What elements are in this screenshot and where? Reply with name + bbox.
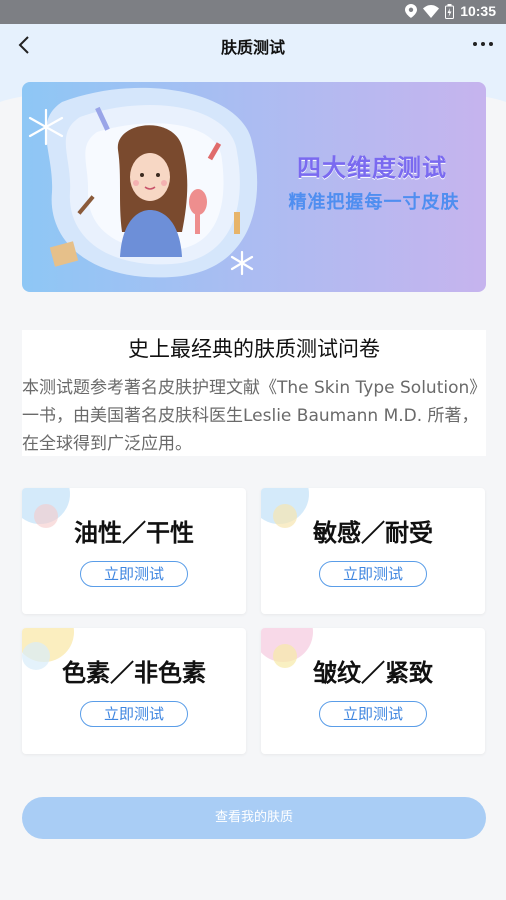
more-dot-icon <box>481 42 485 46</box>
status-time: 10:35 <box>460 3 496 19</box>
battery-icon <box>445 3 455 19</box>
card-title: 色素／非色素 <box>62 659 206 687</box>
banner-illustration <box>28 87 258 278</box>
more-dot-icon <box>489 42 493 46</box>
status-bar: 10:35 <box>0 0 506 24</box>
start-test-button[interactable]: 立即测试 <box>319 561 427 587</box>
test-card-wrinkle-tight[interactable]: 皱纹／紧致 立即测试 <box>261 628 485 754</box>
card-title: 敏感／耐受 <box>313 519 433 547</box>
header: 肤质测试 <box>0 24 506 64</box>
status-icons: 10:35 <box>405 3 496 19</box>
test-card-pigment[interactable]: 色素／非色素 立即测试 <box>22 628 246 754</box>
card-title: 皱纹／紧致 <box>313 659 433 687</box>
test-card-sensitive-resistant[interactable]: 敏感／耐受 立即测试 <box>261 488 485 614</box>
view-my-skin-type-button[interactable]: 查看我的肤质 <box>22 797 486 839</box>
banner-subheadline: 精准把握每一寸皮肤 <box>288 192 460 213</box>
start-test-button[interactable]: 立即测试 <box>80 701 188 727</box>
promo-banner: 四大维度测试 精准把握每一寸皮肤 <box>22 82 486 292</box>
intro-title: 史上最经典的肤质测试问卷 <box>128 337 380 361</box>
more-button[interactable] <box>470 36 496 52</box>
card-title: 油性／干性 <box>74 519 194 547</box>
intro-description: 本测试题参考著名皮肤护理文献《The Skin Type Solution》一书… <box>22 378 479 454</box>
more-dot-icon <box>473 42 477 46</box>
location-icon <box>405 4 418 18</box>
start-test-button[interactable]: 立即测试 <box>319 701 427 727</box>
wifi-icon <box>423 4 440 18</box>
page-title: 肤质测试 <box>220 38 285 57</box>
intro-section: 史上最经典的肤质测试问卷 本测试题参考著名皮肤护理文献《The Skin Typ… <box>22 330 486 456</box>
test-card-oily-dry[interactable]: 油性／干性 立即测试 <box>22 488 246 614</box>
start-test-button[interactable]: 立即测试 <box>80 561 188 587</box>
banner-headline: 四大维度测试 <box>297 154 447 182</box>
